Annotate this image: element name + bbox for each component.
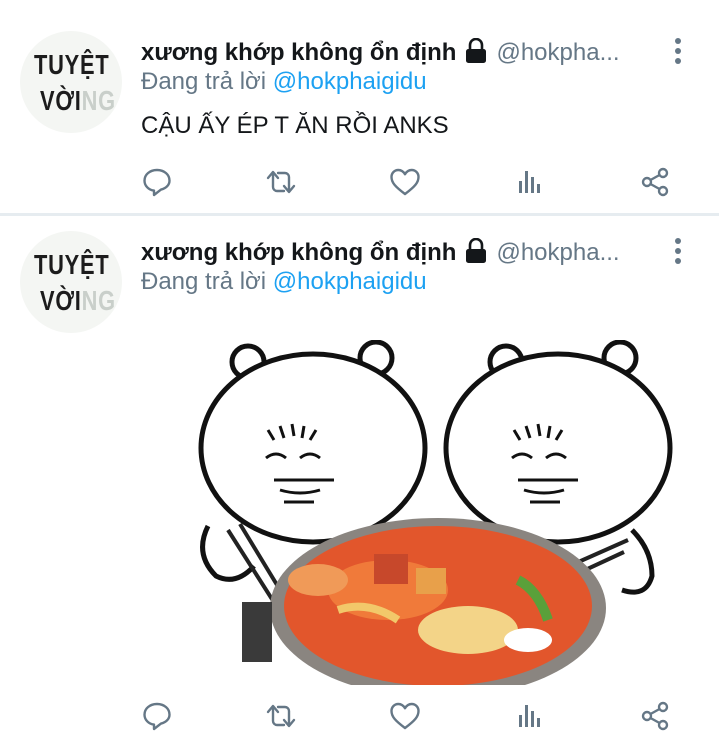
avatar-text-part: VỜI [40,85,82,116]
reply-prefix: Đang trả lời [141,268,267,295]
reply-mention-link[interactable]: @hokphaigidu [273,268,427,295]
analytics-icon[interactable] [510,162,550,202]
sticker-image[interactable] [188,339,673,698]
avatar[interactable]: TUYỆT VỜING [20,31,122,133]
avatar-text-faded: NG [81,85,116,116]
more-vert-icon[interactable] [666,36,690,66]
retweet-icon[interactable] [261,696,301,736]
avatar-text-faded: NG [81,285,116,316]
tweet-actions [0,162,719,202]
display-name[interactable]: xương khớp không ổn định [141,39,456,67]
tweet-header: xương khớp không ổn định @hokpha... [141,236,620,270]
more-vert-icon[interactable] [666,236,690,266]
share-icon[interactable] [635,696,675,736]
avatar[interactable]: TUYỆT VỜING [20,231,122,333]
share-icon[interactable] [635,162,675,202]
tweet[interactable]: TUYỆT VỜING xương khớp không ổn định @ho… [0,216,719,745]
lock-icon [464,37,488,69]
avatar-text: TUYỆT [34,49,110,80]
handle[interactable]: @hokpha... [496,39,619,67]
avatar-text: VỜING [40,285,116,317]
like-icon[interactable] [385,696,425,736]
avatar-text: VỜING [40,85,116,117]
reply-context: Đang trả lời @hokphaigidu [141,268,427,296]
reply-icon[interactable] [137,162,177,202]
retweet-icon[interactable] [261,162,301,202]
tweet[interactable]: TUYỆT VỜING xương khớp không ổn định @ho… [0,0,719,213]
lock-icon [464,237,488,269]
reply-mention-link[interactable]: @hokphaigidu [273,68,427,95]
tweet-header: xương khớp không ổn định @hokpha... [141,36,620,70]
reply-context: Đang trả lời @hokphaigidu [141,68,427,96]
like-icon[interactable] [385,162,425,202]
avatar-text-part: VỜI [40,285,82,316]
tweet-text: CẬU ẤY ÉP T ĂN RỒI ANKS [141,112,449,139]
reply-icon[interactable] [137,696,177,736]
avatar-text: TUYỆT [34,249,110,280]
display-name[interactable]: xương khớp không ổn định [141,239,456,267]
reply-prefix: Đang trả lời [141,68,267,95]
analytics-icon[interactable] [510,696,550,736]
handle[interactable]: @hokpha... [496,239,619,267]
tweet-actions [0,696,719,736]
